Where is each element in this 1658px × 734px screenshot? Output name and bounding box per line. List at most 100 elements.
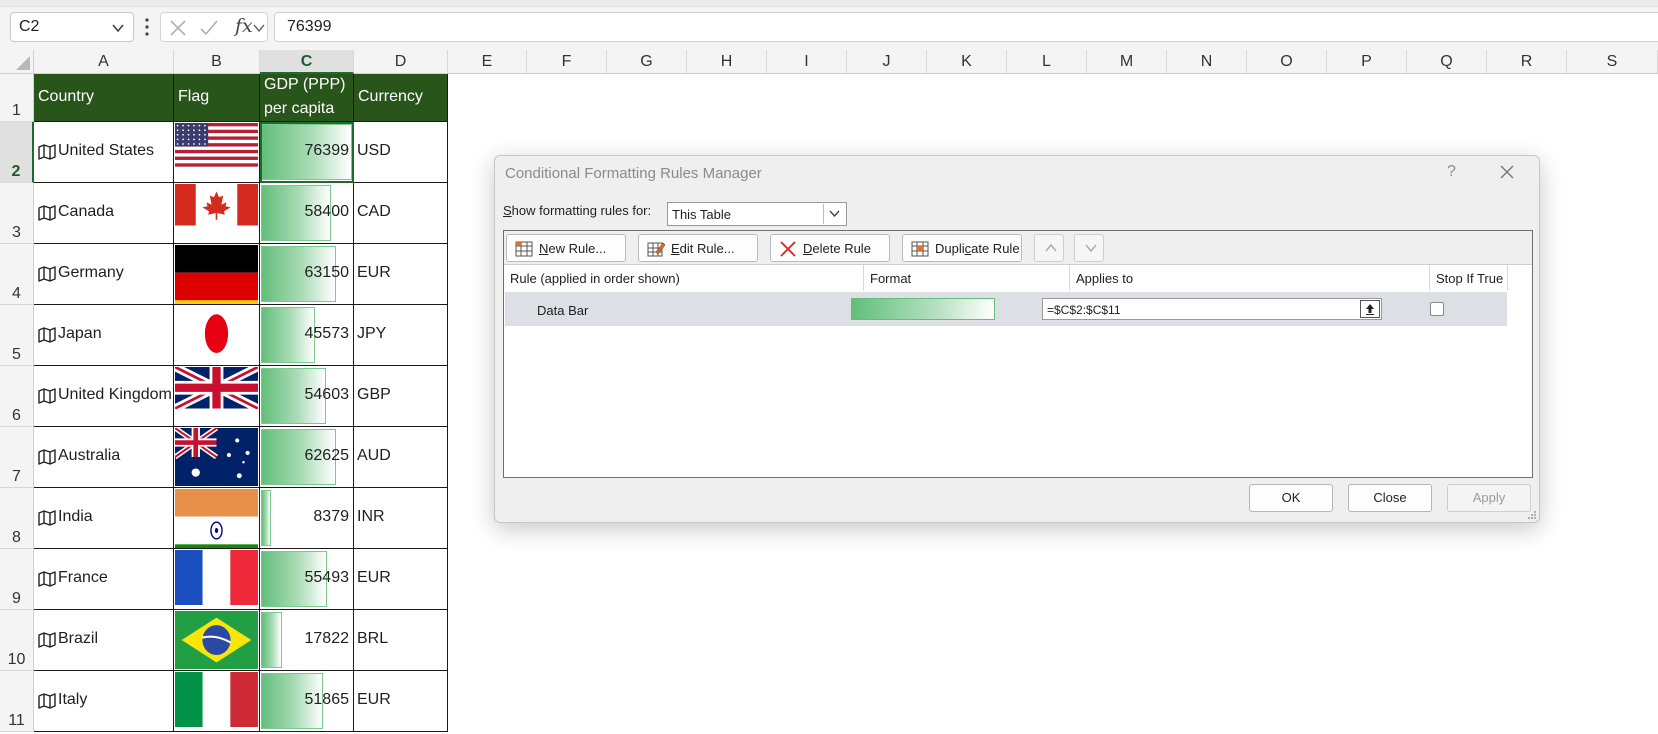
country-cell[interactable]: Japan: [34, 305, 174, 366]
row-header-4[interactable]: 4: [0, 244, 34, 305]
flag-cell[interactable]: [174, 488, 260, 549]
select-all-button[interactable]: [0, 50, 34, 74]
currency-cell[interactable]: EUR: [354, 671, 448, 732]
gdp-cell[interactable]: 55493: [260, 549, 354, 610]
gdp-cell[interactable]: 51865: [260, 671, 354, 732]
currency-cell[interactable]: INR: [354, 488, 448, 549]
column-header-l[interactable]: L: [1007, 50, 1087, 74]
stop-if-true-checkbox[interactable]: [1430, 302, 1444, 316]
row-header-9[interactable]: 9: [0, 549, 34, 610]
row-header-2[interactable]: 2: [0, 122, 34, 183]
cancel-icon[interactable]: [169, 19, 187, 37]
formula-input[interactable]: 76399: [274, 12, 1658, 42]
close-icon[interactable]: [1499, 164, 1515, 180]
country-cell[interactable]: United Kingdom: [34, 366, 174, 427]
flag-cell[interactable]: [174, 671, 260, 732]
name-box[interactable]: C2: [10, 12, 134, 42]
country-cell[interactable]: Australia: [34, 427, 174, 488]
duplicate-rule-button[interactable]: Duplicate Rule: [902, 234, 1022, 262]
insert-function-button[interactable]: fx: [235, 15, 253, 37]
column-header-n[interactable]: N: [1167, 50, 1247, 74]
currency-cell[interactable]: BRL: [354, 610, 448, 671]
edit-rule-button[interactable]: Edit Rule...: [638, 234, 758, 262]
delete-rule-button[interactable]: Delete Rule: [770, 234, 890, 262]
country-cell[interactable]: France: [34, 549, 174, 610]
column-header-e[interactable]: E: [448, 50, 527, 74]
column-header-a[interactable]: A: [34, 50, 174, 74]
dropdown-button[interactable]: [823, 204, 845, 224]
row-header-3[interactable]: 3: [0, 183, 34, 244]
help-button[interactable]: ?: [1447, 163, 1456, 181]
column-header-q[interactable]: Q: [1407, 50, 1487, 74]
currency-cell[interactable]: CAD: [354, 183, 448, 244]
header-currency[interactable]: Currency: [354, 74, 448, 122]
flag-cell[interactable]: [174, 183, 260, 244]
row-header-1[interactable]: 1: [0, 74, 34, 122]
gdp-cell[interactable]: 62625: [260, 427, 354, 488]
column-header-o[interactable]: O: [1247, 50, 1327, 74]
collapse-dialog-button[interactable]: [1360, 300, 1380, 318]
country-cell[interactable]: India: [34, 488, 174, 549]
column-header-j[interactable]: J: [847, 50, 927, 74]
gdp-cell[interactable]: 76399: [260, 122, 354, 183]
header-gdp[interactable]: GDP (PPP) per capita: [260, 74, 354, 122]
currency-cell[interactable]: AUD: [354, 427, 448, 488]
row-header-10[interactable]: 10: [0, 610, 34, 671]
resize-grip-icon[interactable]: [1527, 510, 1537, 520]
flag-cell[interactable]: [174, 427, 260, 488]
flag-cell[interactable]: [174, 366, 260, 427]
move-up-button[interactable]: [1034, 234, 1064, 262]
column-header-f[interactable]: F: [527, 50, 607, 74]
country-cell[interactable]: Brazil: [34, 610, 174, 671]
column-header-r[interactable]: R: [1487, 50, 1567, 74]
header-flag[interactable]: Flag: [174, 74, 260, 122]
currency-cell[interactable]: USD: [354, 122, 448, 183]
gdp-cell[interactable]: 58400: [260, 183, 354, 244]
header-country[interactable]: Country: [34, 74, 174, 122]
close-button[interactable]: Close: [1348, 484, 1432, 512]
gdp-cell[interactable]: 63150: [260, 244, 354, 305]
applies-to-input[interactable]: =$C$2:$C$11: [1042, 298, 1382, 320]
flag-cell[interactable]: [174, 122, 260, 183]
row-header-11[interactable]: 11: [0, 671, 34, 732]
country-cell[interactable]: Italy: [34, 671, 174, 732]
more-options-icon[interactable]: [144, 16, 150, 38]
column-header-m[interactable]: M: [1087, 50, 1167, 74]
enter-check-icon[interactable]: [199, 19, 219, 37]
country-cell[interactable]: Canada: [34, 183, 174, 244]
row-header-5[interactable]: 5: [0, 305, 34, 366]
column-header-i[interactable]: I: [767, 50, 847, 74]
show-rules-select[interactable]: This Table: [667, 202, 847, 226]
gdp-cell[interactable]: 54603: [260, 366, 354, 427]
flag-cell[interactable]: [174, 244, 260, 305]
currency-cell[interactable]: GBP: [354, 366, 448, 427]
column-header-g[interactable]: G: [607, 50, 687, 74]
rule-row[interactable]: Data Bar =$C$2:$C$11: [505, 292, 1507, 326]
flag-cell[interactable]: [174, 610, 260, 671]
chevron-down-icon[interactable]: [111, 21, 125, 35]
apply-button[interactable]: Apply: [1447, 484, 1531, 512]
currency-cell[interactable]: JPY: [354, 305, 448, 366]
flag-cell[interactable]: [174, 305, 260, 366]
ok-button[interactable]: OK: [1249, 484, 1333, 512]
currency-cell[interactable]: EUR: [354, 549, 448, 610]
gdp-cell[interactable]: 45573: [260, 305, 354, 366]
country-cell[interactable]: Germany: [34, 244, 174, 305]
column-header-p[interactable]: P: [1327, 50, 1407, 74]
column-header-s[interactable]: S: [1567, 50, 1658, 74]
country-cell[interactable]: United States: [34, 122, 174, 183]
column-header-c[interactable]: C: [260, 50, 354, 74]
gdp-cell[interactable]: 8379: [260, 488, 354, 549]
row-header-7[interactable]: 7: [0, 427, 34, 488]
move-down-button[interactable]: [1074, 234, 1104, 262]
currency-cell[interactable]: EUR: [354, 244, 448, 305]
column-header-b[interactable]: B: [174, 50, 260, 74]
chevron-down-icon[interactable]: [253, 22, 265, 34]
column-header-d[interactable]: D: [354, 50, 448, 74]
row-header-6[interactable]: 6: [0, 366, 34, 427]
column-header-h[interactable]: H: [687, 50, 767, 74]
column-header-k[interactable]: K: [927, 50, 1007, 74]
new-rule-button[interactable]: New Rule...: [506, 234, 626, 262]
flag-cell[interactable]: [174, 549, 260, 610]
gdp-cell[interactable]: 17822: [260, 610, 354, 671]
